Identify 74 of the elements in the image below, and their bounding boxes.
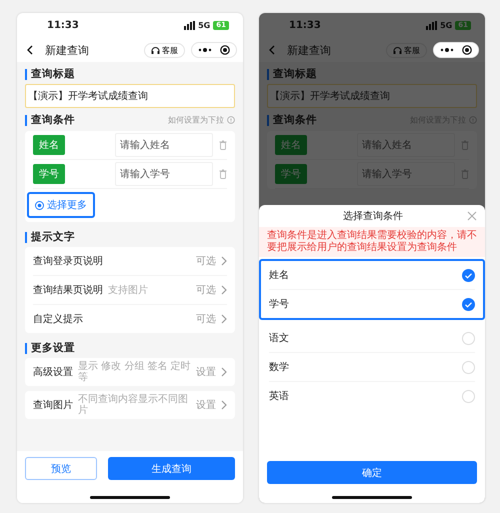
select-more-button[interactable]: 选择更多	[27, 192, 95, 218]
headset-icon	[393, 46, 402, 54]
row-label: 查询结果页说明	[33, 284, 103, 297]
condition-field[interactable]: 请输入学号	[115, 162, 213, 186]
more-icon[interactable]	[440, 47, 454, 53]
chevron-right-icon	[221, 367, 227, 377]
more-icon[interactable]	[198, 47, 212, 53]
condition-tag: 学号	[33, 164, 65, 184]
section-title: 更多设置	[25, 343, 235, 354]
title-field[interactable]: 【演示】开学考试成绩查询	[25, 84, 235, 108]
info-icon	[227, 116, 235, 124]
section-title: 查询标题	[267, 69, 477, 80]
trash-icon[interactable]	[219, 169, 227, 179]
row-label: 查询登录页说明	[33, 254, 103, 268]
condition-tag: 姓名	[275, 135, 307, 155]
info-icon	[469, 116, 477, 124]
row-action: 可选	[196, 312, 216, 326]
chevron-right-icon	[221, 400, 227, 410]
option-label: 语文	[269, 332, 289, 345]
row-label: 高级设置	[33, 366, 73, 379]
section-title: 提示文字	[25, 232, 235, 243]
option-label: 数学	[269, 361, 289, 374]
row-action: 可选	[196, 254, 216, 268]
page-title: 新建查询	[287, 42, 332, 58]
warning-notice: 查询条件是进入查询结果需要校验的内容，请不要把展示给用户的查询结果设置为查询条件	[259, 227, 485, 257]
option-row[interactable]: 语文	[269, 324, 475, 353]
back-icon[interactable]	[27, 45, 33, 55]
sheet-title: 选择查询条件	[342, 210, 404, 223]
row-hint: 支持图片	[108, 284, 149, 296]
checked-icon[interactable]	[462, 268, 475, 282]
confirm-button[interactable]: 确定	[267, 461, 477, 484]
signal-icon	[184, 21, 196, 30]
radio-icon	[35, 200, 44, 210]
row-action: 设置	[196, 366, 216, 379]
settings-row[interactable]: 查询结果页说明 支持图片 可选	[33, 276, 227, 305]
network-label: 5G	[440, 21, 452, 30]
row-action: 可选	[196, 284, 216, 297]
row-label: 自定义提示	[33, 312, 83, 326]
option-label: 学号	[269, 298, 289, 311]
checked-icon[interactable]	[462, 298, 475, 310]
headset-icon	[151, 46, 160, 54]
trash-icon[interactable]	[219, 140, 227, 150]
preview-button[interactable]: 预览	[25, 457, 97, 480]
row-label: 查询图片	[33, 398, 73, 412]
option-row[interactable]: 数学	[269, 353, 475, 382]
service-button[interactable]: 客服	[144, 42, 185, 58]
row-action: 设置	[196, 398, 216, 412]
chevron-right-icon	[221, 314, 227, 324]
section-title: 查询条件	[267, 114, 396, 126]
status-time: 11:33	[289, 20, 322, 31]
option-label: 英语	[269, 390, 289, 403]
unchecked-icon[interactable]	[462, 332, 475, 344]
row-hint: 显示 修改 分组 签名 定时等	[78, 361, 191, 383]
option-row[interactable]: 学号	[269, 290, 475, 318]
chevron-right-icon	[221, 256, 227, 266]
signal-icon	[426, 21, 438, 30]
create-button[interactable]: 生成查询	[108, 457, 235, 480]
network-label: 5G	[198, 21, 210, 30]
condition-tag: 姓名	[33, 135, 65, 155]
row-hint: 不同查询内容显示不同图片	[78, 394, 189, 416]
chevron-right-icon	[221, 285, 227, 295]
condition-tag: 学号	[275, 164, 307, 184]
section-title: 查询标题	[25, 69, 235, 80]
settings-row[interactable]: 查询登录页说明 可选	[33, 247, 227, 276]
unchecked-icon[interactable]	[462, 360, 475, 374]
page-title: 新建查询	[45, 42, 90, 58]
unchecked-icon[interactable]	[462, 390, 475, 402]
settings-row[interactable]: 自定义提示 可选	[33, 305, 227, 333]
status-time: 11:33	[47, 20, 80, 31]
option-label: 姓名	[269, 269, 289, 282]
condition-field[interactable]: 请输入姓名	[115, 133, 213, 157]
section-title: 查询条件	[25, 114, 154, 126]
option-row[interactable]: 英语	[269, 382, 475, 410]
option-row[interactable]: 姓名	[269, 261, 475, 290]
